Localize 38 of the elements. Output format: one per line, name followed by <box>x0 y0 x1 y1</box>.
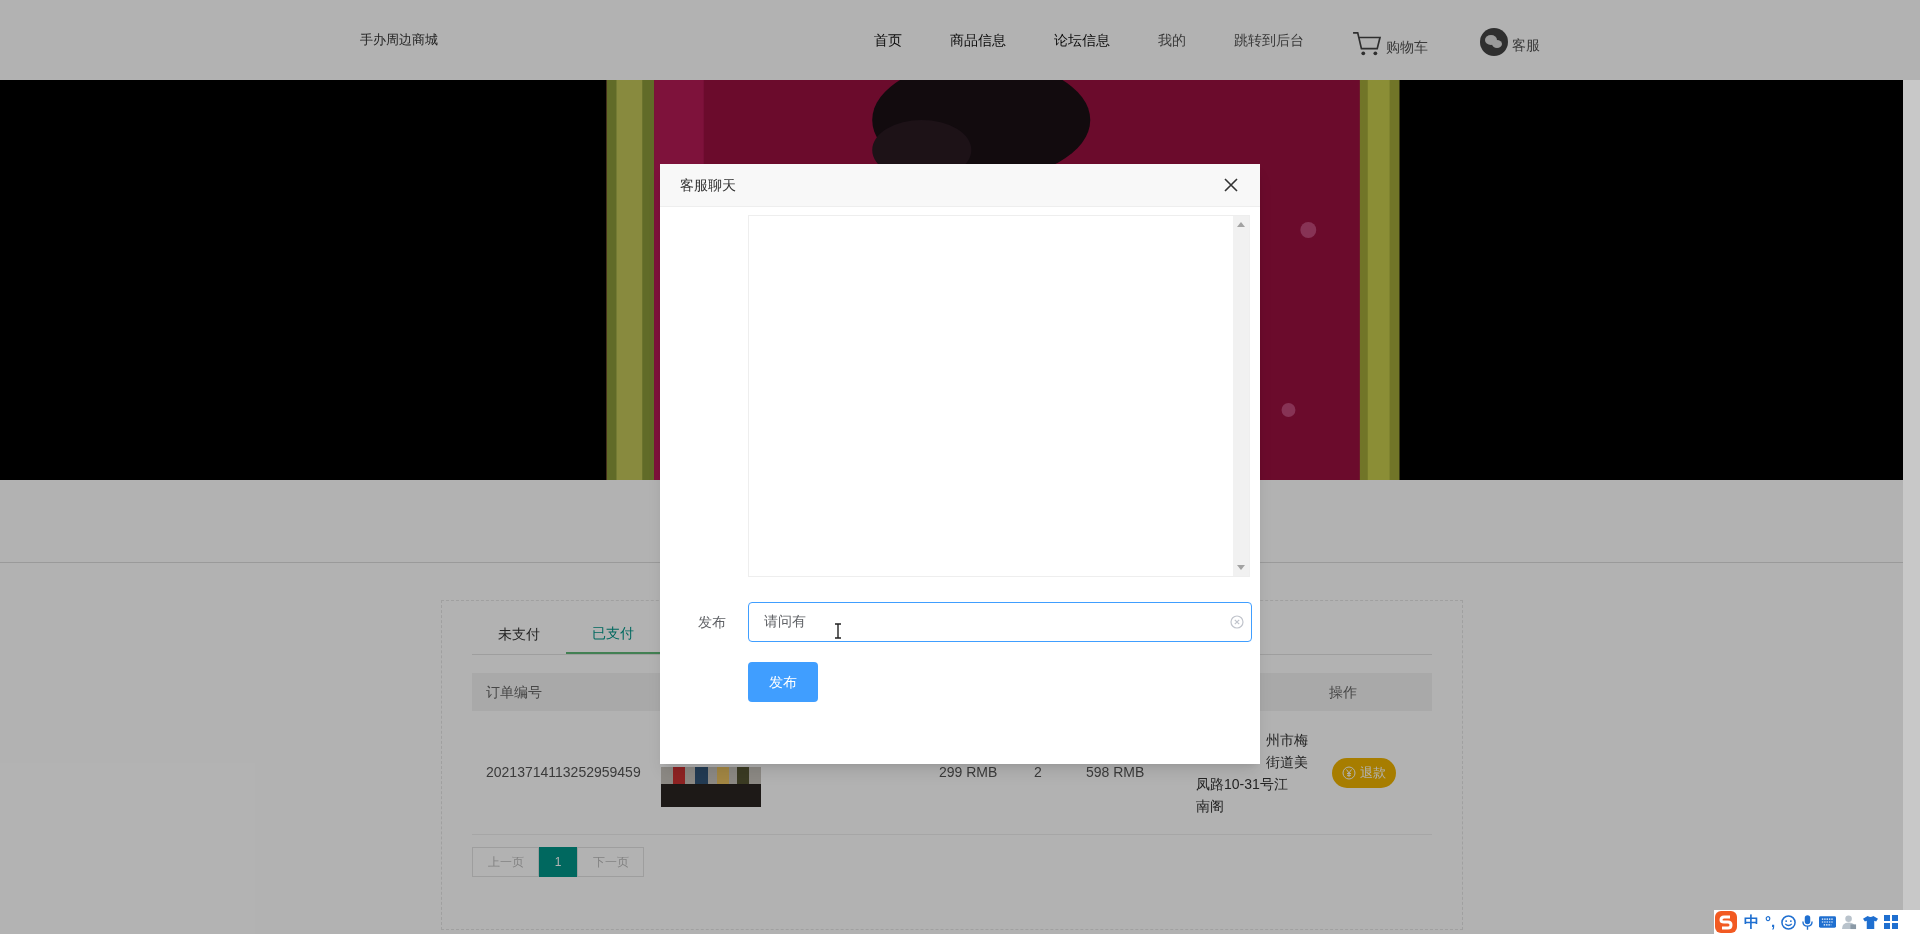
chat-bubbles-icon <box>1480 28 1508 56</box>
column-header: 订单编号 <box>486 682 542 702</box>
ime-mode-toggle[interactable]: 中 <box>1744 910 1759 934</box>
ime-logo-icon[interactable] <box>1714 910 1738 934</box>
nav-link[interactable]: 我的 <box>1158 29 1186 51</box>
tab[interactable]: 未支付 <box>472 615 566 654</box>
table-cell-text: 2 <box>1034 763 1043 782</box>
cart-icon <box>1352 31 1382 57</box>
nav-link[interactable]: 跳转到后台 <box>1234 29 1304 51</box>
dialog-title: 客服聊天 <box>680 175 736 195</box>
scroll-up-icon[interactable] <box>1237 222 1245 227</box>
yen-icon <box>1342 765 1356 780</box>
column-header: 操作 <box>1329 682 1357 702</box>
page-button[interactable]: 1 <box>539 847 577 877</box>
user-icon[interactable] <box>1842 914 1858 930</box>
close-button[interactable] <box>1222 176 1240 194</box>
table-cell-text: 州市梅 街道美 凤路10-31号江 南阁 <box>1196 730 1308 816</box>
scroll-down-icon[interactable] <box>1237 565 1245 570</box>
nav-link[interactable]: 论坛信息 <box>1054 29 1110 51</box>
nav-label[interactable]: 客服 <box>1512 34 1540 56</box>
nav-label[interactable]: 购物车 <box>1386 36 1428 58</box>
microphone-icon[interactable] <box>1802 914 1814 930</box>
nav-link[interactable]: 首页 <box>874 29 902 51</box>
message-input[interactable]: 请问有 <box>748 602 1252 642</box>
shirt-icon[interactable] <box>1863 914 1879 930</box>
ime-mode-toggle[interactable]: °, <box>1765 910 1776 934</box>
table-cell-text: 299 RMB <box>939 763 999 782</box>
smiley-icon[interactable] <box>1781 914 1797 930</box>
keyboard-icon[interactable] <box>1819 916 1837 928</box>
field-label: 发布 <box>697 612 727 632</box>
text-cursor-icon <box>834 623 842 639</box>
table-cell-text: 20213714113252959459 <box>486 763 642 782</box>
site-title: 手办周边商城 <box>360 31 438 50</box>
clear-icon[interactable] <box>1230 615 1244 629</box>
table-cell-text: 598 RMB <box>1086 763 1146 782</box>
scrollbar[interactable] <box>1233 216 1249 576</box>
grid-icon[interactable] <box>1884 915 1899 929</box>
nav-link[interactable]: 商品信息 <box>950 29 1006 51</box>
